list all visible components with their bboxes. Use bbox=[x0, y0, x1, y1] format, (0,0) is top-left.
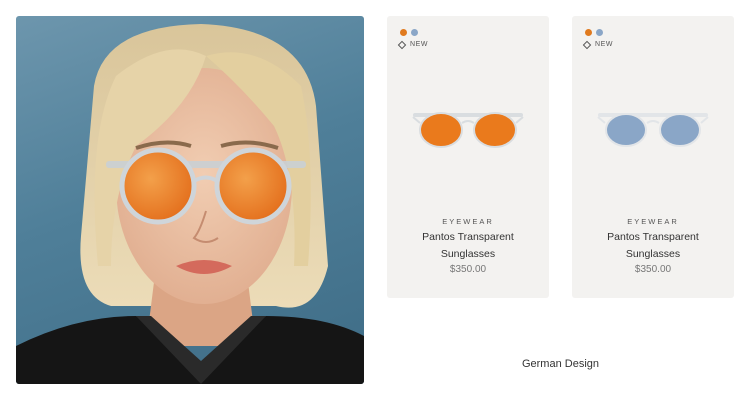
orange-sunglasses-image[interactable] bbox=[387, 101, 549, 156]
color-swatches bbox=[585, 29, 603, 36]
product-name-line2: Sunglasses bbox=[440, 248, 496, 260]
product-price: $350.00 bbox=[449, 264, 487, 275]
product-name[interactable]: Pantos Transparent Sunglasses bbox=[582, 229, 724, 263]
blue-sunglasses-image[interactable] bbox=[572, 101, 734, 156]
product-name-line2: Sunglasses bbox=[625, 248, 681, 260]
new-label: NEW bbox=[595, 41, 614, 48]
swatch-orange[interactable] bbox=[585, 29, 592, 36]
diamond-icon bbox=[582, 40, 592, 49]
diamond-icon bbox=[397, 40, 407, 49]
product-name-line1: Pantos Transparent bbox=[422, 231, 514, 243]
new-badge: NEW bbox=[397, 40, 429, 49]
swatch-orange[interactable] bbox=[400, 29, 407, 36]
product-price: $350.00 bbox=[634, 264, 672, 275]
product-card[interactable]: NEW EYEWEAR Pantos Transparent Sunglasse… bbox=[387, 16, 549, 298]
hero-photo[interactable] bbox=[16, 16, 364, 384]
model-wearing-sunglasses-photo bbox=[16, 24, 364, 384]
product-category: EYEWEAR bbox=[627, 217, 679, 226]
product-name-line1: Pantos Transparent bbox=[607, 231, 699, 243]
new-badge: NEW bbox=[582, 40, 614, 49]
color-swatches bbox=[400, 29, 418, 36]
feature-title: German Design bbox=[521, 358, 600, 370]
swatch-blue[interactable] bbox=[411, 29, 418, 36]
swatch-blue[interactable] bbox=[596, 29, 603, 36]
product-name[interactable]: Pantos Transparent Sunglasses bbox=[397, 229, 539, 263]
product-card[interactable]: NEW EYEWEAR Pantos Transparent Sunglasse… bbox=[572, 16, 734, 298]
product-category: EYEWEAR bbox=[442, 217, 494, 226]
new-label: NEW bbox=[410, 41, 429, 48]
